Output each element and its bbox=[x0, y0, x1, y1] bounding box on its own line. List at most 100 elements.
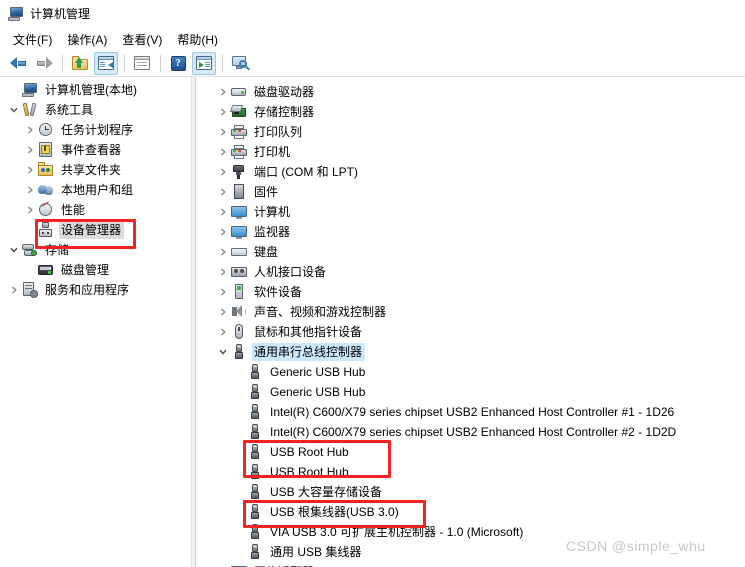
tree-item-hid[interactable]: 人机接口设备 bbox=[215, 262, 329, 282]
sidebar-item-label: 计算机管理(本地) bbox=[45, 83, 137, 97]
sidebar-item-storage[interactable]: 存储 bbox=[6, 240, 72, 260]
sidebar-item-task-scheduler[interactable]: 任务计划程序 bbox=[22, 120, 136, 140]
tree-item-disk-drives[interactable]: 磁盘驱动器 bbox=[215, 82, 317, 102]
chevron-right-icon[interactable] bbox=[215, 84, 231, 100]
sidebar-item-disk-management[interactable]: 磁盘管理 bbox=[22, 260, 112, 280]
port-icon bbox=[231, 164, 247, 180]
tree-twisty-none bbox=[231, 364, 247, 380]
sidebar-item-label: 本地用户和组 bbox=[61, 183, 134, 197]
sidebar-item-label: 存储 bbox=[45, 243, 70, 257]
tree-item-label: 磁盘驱动器 bbox=[254, 85, 315, 99]
scan-hardware-changes-button[interactable] bbox=[228, 52, 252, 75]
printer-icon bbox=[231, 144, 247, 160]
tree-item-intel-usb2-controller-1[interactable]: Intel(R) C600/X79 series chipset USB2 En… bbox=[231, 402, 677, 422]
back-button[interactable] bbox=[6, 52, 30, 75]
chevron-right-icon[interactable] bbox=[6, 282, 22, 298]
sidebar-item-label: 共享文件夹 bbox=[61, 163, 122, 177]
tree-item-ports[interactable]: 端口 (COM 和 LPT) bbox=[215, 162, 361, 182]
chevron-down-icon[interactable] bbox=[6, 242, 22, 258]
sidebar-item-shared-folders[interactable]: 共享文件夹 bbox=[22, 160, 124, 180]
tree-item-storage-controllers[interactable]: 存储控制器 bbox=[215, 102, 317, 122]
sidebar-item-label: 任务计划程序 bbox=[61, 123, 134, 137]
usb-icon bbox=[247, 524, 263, 540]
menu-help[interactable]: 帮助(H) bbox=[171, 29, 227, 50]
tree-item-mice-pointing-devices[interactable]: 鼠标和其他指针设备 bbox=[215, 322, 365, 342]
chevron-down-icon[interactable] bbox=[6, 102, 22, 118]
console-tree-icon bbox=[98, 56, 114, 70]
tree-item-print-queues[interactable]: 打印队列 bbox=[215, 122, 305, 142]
tree-item-usb-root-hub-1[interactable]: USB Root Hub bbox=[231, 442, 352, 462]
forward-button[interactable] bbox=[32, 52, 56, 75]
sidebar-item-services-applications[interactable]: 服务和应用程序 bbox=[6, 280, 132, 300]
monitor-icon bbox=[231, 224, 247, 240]
chevron-right-icon[interactable] bbox=[22, 162, 38, 178]
pane-splitter[interactable] bbox=[191, 77, 196, 567]
usb-icon bbox=[247, 444, 263, 460]
tree-item-computer[interactable]: 计算机 bbox=[215, 202, 293, 222]
properties-button[interactable] bbox=[130, 52, 154, 75]
tree-item-keyboards[interactable]: 键盘 bbox=[215, 242, 281, 262]
tree-item-firmware[interactable]: 固件 bbox=[215, 182, 281, 202]
menu-action[interactable]: 操作(A) bbox=[61, 29, 116, 50]
chevron-right-icon[interactable] bbox=[215, 264, 231, 280]
tree-item-usb-root-hub-2[interactable]: USB Root Hub bbox=[231, 462, 352, 482]
chevron-right-icon[interactable] bbox=[215, 324, 231, 340]
show-hide-action-pane-button[interactable] bbox=[192, 51, 216, 75]
chevron-right-icon[interactable] bbox=[215, 244, 231, 260]
tree-item-label: USB 大容量存储设备 bbox=[270, 485, 383, 499]
usb-icon bbox=[247, 364, 263, 380]
chevron-right-icon[interactable] bbox=[215, 204, 231, 220]
tree-twisty-none bbox=[231, 544, 247, 560]
sidebar-item-system-tools[interactable]: 系统工具 bbox=[6, 100, 96, 120]
tree-item-label: USB 根集线器(USB 3.0) bbox=[270, 505, 399, 519]
tree-item-usb-controllers[interactable]: 通用串行总线控制器 bbox=[215, 342, 366, 362]
device-tree-pane[interactable]: 磁盘驱动器 存储控制器 打印队列 打印机 端口 (COM 和 LPT) 固件 计… bbox=[197, 77, 745, 567]
chevron-down-icon[interactable] bbox=[215, 344, 231, 360]
chevron-right-icon[interactable] bbox=[215, 124, 231, 140]
tree-item-label: 打印队列 bbox=[254, 125, 303, 139]
help-button[interactable]: ? bbox=[166, 52, 190, 75]
chevron-right-icon[interactable] bbox=[215, 224, 231, 240]
tree-item-software-devices[interactable]: 软件设备 bbox=[215, 282, 305, 302]
chevron-right-icon[interactable] bbox=[22, 182, 38, 198]
chevron-right-icon[interactable] bbox=[22, 142, 38, 158]
title-bar: 计算机管理 bbox=[0, 0, 745, 28]
tree-item-generic-usb-hub-1[interactable]: Generic USB Hub bbox=[231, 362, 368, 382]
tree-item-generic-usb-hub-2[interactable]: Generic USB Hub bbox=[231, 382, 368, 402]
chevron-right-icon[interactable] bbox=[22, 202, 38, 218]
chevron-right-icon[interactable] bbox=[22, 122, 38, 138]
chevron-right-icon[interactable] bbox=[215, 164, 231, 180]
tree-item-generic-usb-hub-cn[interactable]: 通用 USB 集线器 bbox=[231, 542, 364, 562]
computer-management-icon bbox=[8, 6, 24, 22]
tree-item-usb-root-hub-30[interactable]: USB 根集线器(USB 3.0) bbox=[231, 502, 402, 522]
chevron-right-icon[interactable] bbox=[215, 144, 231, 160]
sidebar-item-device-manager[interactable]: 设备管理器 bbox=[22, 220, 125, 240]
sidebar-item-event-viewer[interactable]: 事件查看器 bbox=[22, 140, 124, 160]
sidebar-item-performance[interactable]: 性能 bbox=[22, 200, 88, 220]
sidebar-item-computer-management[interactable]: 计算机管理(本地) bbox=[6, 80, 140, 100]
chevron-right-icon[interactable] bbox=[215, 284, 231, 300]
chevron-right-icon[interactable] bbox=[215, 304, 231, 320]
tree-item-printers[interactable]: 打印机 bbox=[215, 142, 293, 162]
back-arrow-icon bbox=[9, 56, 27, 70]
tree-item-usb-mass-storage[interactable]: USB 大容量存储设备 bbox=[231, 482, 385, 502]
usb-icon bbox=[247, 504, 263, 520]
tree-item-intel-usb2-controller-2[interactable]: Intel(R) C600/X79 series chipset USB2 En… bbox=[231, 422, 679, 442]
up-one-level-button[interactable] bbox=[68, 52, 92, 75]
sound-video-game-icon bbox=[231, 304, 247, 320]
tree-item-label: Intel(R) C600/X79 series chipset USB2 En… bbox=[270, 405, 675, 419]
tree-item-monitors[interactable]: 监视器 bbox=[215, 222, 293, 242]
tree-item-sound-video-game-controllers[interactable]: 声音、视频和游戏控制器 bbox=[215, 302, 389, 322]
console-tree-pane[interactable]: 计算机管理(本地) 系统工具 任务计划程序 事件查看器 共享文件夹 本地用户和组… bbox=[0, 77, 191, 567]
shared-folders-icon bbox=[38, 162, 54, 178]
menu-view[interactable]: 查看(V) bbox=[116, 29, 171, 50]
show-hide-console-tree-button[interactable] bbox=[94, 51, 118, 75]
chevron-right-icon[interactable] bbox=[215, 184, 231, 200]
chevron-right-icon[interactable] bbox=[215, 104, 231, 120]
menu-file[interactable]: 文件(F) bbox=[7, 29, 61, 50]
sidebar-item-local-users-groups[interactable]: 本地用户和组 bbox=[22, 180, 136, 200]
tree-twisty-none bbox=[6, 82, 22, 98]
tree-item-label: 监视器 bbox=[254, 225, 291, 239]
tree-item-via-usb30-controller[interactable]: VIA USB 3.0 可扩展主机控制器 - 1.0 (Microsoft) bbox=[231, 522, 526, 542]
tree-item-network-adapters[interactable]: 网络适配器 bbox=[215, 562, 317, 567]
